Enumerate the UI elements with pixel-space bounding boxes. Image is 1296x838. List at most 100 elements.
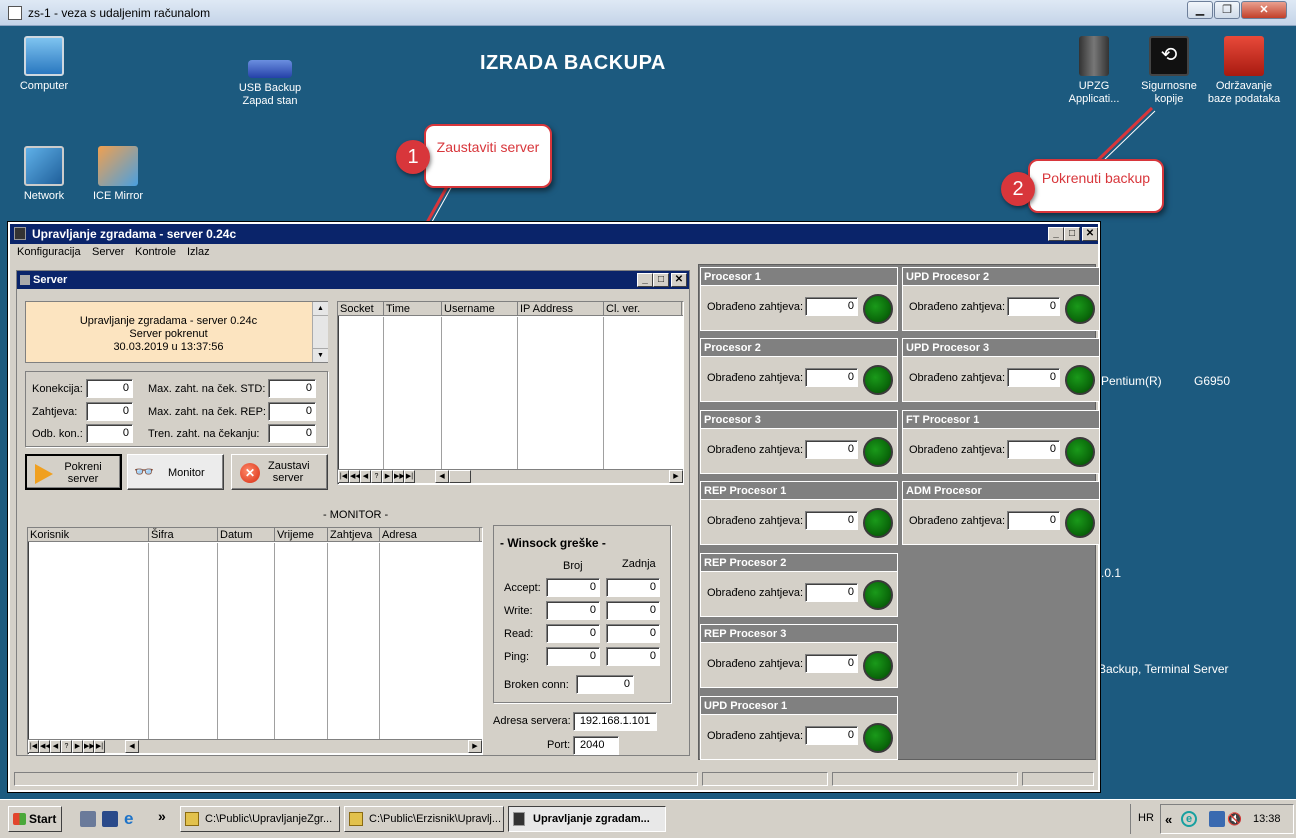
server-titlebar[interactable]: Server _ □ ✕: [17, 271, 689, 289]
ping-broj-field[interactable]: 0: [546, 647, 600, 666]
menu-server[interactable]: Server: [92, 246, 124, 258]
taskbar-button-active[interactable]: Upravljanje zgradam...: [508, 806, 666, 832]
stop-server-button[interactable]: ✕ Zaustavi server: [231, 454, 328, 490]
col-socket[interactable]: Socket: [338, 302, 384, 316]
mon-nav-last-icon[interactable]: ▶|: [94, 740, 105, 753]
status-led-icon: [1065, 365, 1095, 395]
read-zadnja-field[interactable]: 0: [606, 624, 660, 643]
menu-konfiguracija[interactable]: Konfiguracija: [17, 246, 81, 258]
max-rep-field[interactable]: 0: [268, 402, 316, 421]
max-std-field[interactable]: 0: [268, 379, 316, 398]
quicklaunch-terminal-icon[interactable]: [102, 811, 118, 827]
mon-nav-help-icon[interactable]: ?: [61, 740, 72, 753]
server-close-button[interactable]: ✕: [671, 273, 687, 287]
tray-expand-chevron[interactable]: «: [1165, 812, 1172, 827]
edge-ie-tray-icon[interactable]: e: [1181, 811, 1197, 827]
hscroll-left-icon[interactable]: ◀: [435, 470, 449, 483]
mon-nav-prev-icon[interactable]: ◀: [50, 740, 61, 753]
app-close-button[interactable]: ✕: [1082, 227, 1098, 241]
memo-scrollbar[interactable]: ▲ ▼: [312, 302, 328, 362]
monitor-button[interactable]: 👓 Monitor: [127, 454, 224, 490]
ping-zadnja-field[interactable]: 0: [606, 647, 660, 666]
mon-nav-next-page-icon[interactable]: ▶▶: [83, 740, 95, 753]
nav-first-icon[interactable]: |◀: [338, 470, 349, 483]
odb-kon-label: Odb. kon.:: [32, 428, 83, 440]
col-datum[interactable]: Datum: [218, 528, 275, 542]
mon-nav-first-icon[interactable]: |◀: [28, 740, 39, 753]
broken-conn-field[interactable]: 0: [576, 675, 634, 694]
quicklaunch-ie-icon[interactable]: e: [124, 810, 142, 828]
nav-last-icon[interactable]: ▶|: [404, 470, 415, 483]
processor-count-field[interactable]: 0: [805, 654, 858, 673]
hscroll-thumb[interactable]: [449, 470, 471, 483]
col-adresa[interactable]: Adresa: [380, 528, 480, 542]
processor-count-field[interactable]: 0: [1007, 511, 1060, 530]
write-broj-field[interactable]: 0: [546, 601, 600, 620]
nav-help-icon[interactable]: ?: [371, 470, 382, 483]
mon-nav-next-icon[interactable]: ▶: [72, 740, 83, 753]
mon-hscroll-left-icon[interactable]: ◀: [125, 740, 139, 753]
start-button[interactable]: Start: [8, 806, 62, 832]
processor-count-field[interactable]: 0: [805, 368, 858, 387]
col-time[interactable]: Time: [384, 302, 442, 316]
processor-count-field[interactable]: 0: [805, 297, 858, 316]
app-titlebar[interactable]: Upravljanje zgradama - server 0.24c _ □ …: [10, 224, 1098, 244]
app-minimize-button[interactable]: _: [1048, 227, 1064, 241]
menu-kontrole[interactable]: Kontrole: [135, 246, 176, 258]
app-maximize-button[interactable]: □: [1064, 227, 1080, 241]
mon-hscroll-right-icon[interactable]: ▶: [468, 740, 482, 753]
col-zahtjeva[interactable]: Zahtjeva: [328, 528, 380, 542]
language-indicator[interactable]: HR: [1138, 812, 1154, 824]
nav-prev-icon[interactable]: ◀: [360, 470, 371, 483]
processor-count-field[interactable]: 0: [805, 511, 858, 530]
processor-count-field[interactable]: 0: [1007, 368, 1060, 387]
write-zadnja-field[interactable]: 0: [606, 601, 660, 620]
server-port-field[interactable]: 2040: [573, 736, 619, 755]
tren-zaht-field[interactable]: 0: [268, 424, 316, 443]
processor-count-field[interactable]: 0: [805, 583, 858, 602]
status-led-icon: [863, 437, 893, 467]
quicklaunch-chevron[interactable]: »: [158, 808, 166, 824]
taskbar-button[interactable]: C:\Public\UpravljanjeZgr...: [180, 806, 340, 832]
col-sifra[interactable]: Šifra: [149, 528, 218, 542]
processor-name: REP Procesor 1: [701, 482, 897, 500]
processor-count-field[interactable]: 0: [805, 726, 858, 745]
menu-izlaz[interactable]: Izlaz: [187, 246, 210, 258]
nav-next-page-icon[interactable]: ▶▶: [393, 470, 405, 483]
nav-prev-page-icon[interactable]: ◀◀: [349, 470, 361, 483]
connections-grid[interactable]: Socket Time Username IP Address Cl. ver.…: [337, 301, 684, 485]
network-tray-icon[interactable]: [1209, 811, 1225, 827]
server-maximize-button[interactable]: □: [653, 273, 669, 287]
odb-kon-field[interactable]: 0: [86, 424, 133, 443]
accept-zadnja-field[interactable]: 0: [606, 578, 660, 597]
server-status-memo[interactable]: Upravljanje zgradama - server 0.24c Serv…: [25, 301, 328, 363]
tray-clock[interactable]: 13:38: [1253, 813, 1281, 825]
col-client-version[interactable]: Cl. ver.: [604, 302, 682, 316]
hscroll-right-icon[interactable]: ▶: [669, 470, 683, 483]
server-minimize-button[interactable]: _: [637, 273, 653, 287]
accept-broj-field[interactable]: 0: [546, 578, 600, 597]
zahtjeva-field[interactable]: 0: [86, 402, 133, 421]
volume-muted-icon[interactable]: 🔇: [1227, 811, 1243, 827]
col-vrijeme[interactable]: Vrijeme: [275, 528, 328, 542]
callout-badge-1: 1: [396, 140, 430, 174]
status-line-timestamp: 30.03.2019 u 13:37:56: [113, 341, 224, 353]
monitor-grid[interactable]: Korisnik Šifra Datum Vrijeme Zahtjeva Ad…: [27, 527, 483, 755]
processor-count-field[interactable]: 0: [1007, 297, 1060, 316]
col-ip-address[interactable]: IP Address: [518, 302, 604, 316]
nav-next-icon[interactable]: ▶: [382, 470, 393, 483]
server-window-icon: [20, 275, 30, 285]
play-icon: [35, 464, 53, 484]
status-led-icon: [863, 651, 893, 681]
col-username[interactable]: Username: [442, 302, 518, 316]
quicklaunch-show-desktop-icon[interactable]: [80, 811, 96, 827]
konekcija-field[interactable]: 0: [86, 379, 133, 398]
read-broj-field[interactable]: 0: [546, 624, 600, 643]
col-korisnik[interactable]: Korisnik: [28, 528, 149, 542]
server-address-field[interactable]: 192.168.1.101: [573, 712, 657, 731]
processor-count-field[interactable]: 0: [805, 440, 858, 459]
mon-nav-prev-page-icon[interactable]: ◀◀: [39, 740, 51, 753]
processor-count-field[interactable]: 0: [1007, 440, 1060, 459]
taskbar-button[interactable]: C:\Public\Erzisnik\Upravlj...: [344, 806, 504, 832]
start-server-button[interactable]: Pokreni server: [25, 454, 122, 490]
